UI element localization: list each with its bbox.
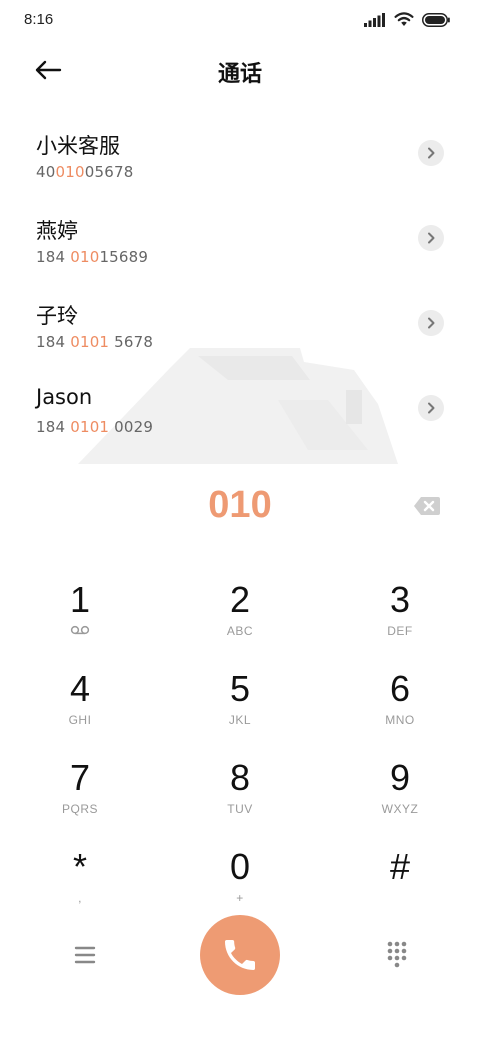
key-digit: 6: [389, 668, 411, 709]
key-letters: [20, 624, 140, 640]
key-digit: 9: [389, 757, 411, 798]
contact-detail-button[interactable]: [418, 395, 444, 421]
dialed-number: 010: [208, 484, 272, 526]
status-time: 8:16: [24, 11, 54, 28]
key-2[interactable]: 2 ABC: [180, 578, 300, 658]
chevron-right-icon: [428, 317, 435, 329]
contact-number: 184 01015689: [36, 248, 149, 266]
key-6[interactable]: 6 MNO: [340, 667, 460, 747]
dial-display: 010: [0, 482, 480, 534]
chevron-right-icon: [428, 147, 435, 159]
key-letters: DEF: [387, 624, 413, 638]
key-letters: ABC: [226, 624, 254, 638]
key-digit: 1: [69, 579, 91, 620]
key-7[interactable]: 7 PQRS: [20, 756, 140, 836]
contact-detail-button[interactable]: [418, 225, 444, 251]
page-title: 通话: [217, 62, 262, 87]
key-letters: TUV: [227, 802, 253, 816]
key-digit: 5: [229, 668, 251, 709]
contact-number: 184 0101 0029: [36, 418, 154, 436]
key-letters: PQRS: [61, 802, 98, 816]
contact-detail-button[interactable]: [418, 310, 444, 336]
menu-icon: [74, 946, 96, 964]
battery-icon: [422, 12, 450, 27]
contact-list: 小米客服 4001005678 燕婷 184 01015689 子玲 184 0…: [0, 112, 480, 452]
backspace-button[interactable]: [412, 494, 442, 518]
contact-number: 184 0101 5678: [36, 333, 154, 351]
dialpad-icon: [387, 941, 407, 968]
key-letters: JKL: [228, 713, 252, 727]
match-highlight: 0101: [70, 418, 110, 436]
key-9[interactable]: 9 WXYZ: [340, 756, 460, 836]
status-bar: 8:16: [0, 0, 480, 40]
key-digit: 7: [69, 757, 91, 798]
contact-detail-button[interactable]: [418, 140, 444, 166]
contact-item[interactable]: 子玲 184 0101 5678: [0, 282, 480, 367]
key-letters: GHI: [68, 713, 92, 727]
signal-icon: [364, 12, 385, 27]
key-letters: +: [236, 891, 244, 905]
key-digit: 8: [229, 757, 251, 798]
chevron-right-icon: [428, 402, 435, 414]
contact-item[interactable]: 小米客服 4001005678: [0, 112, 480, 197]
key-0[interactable]: 0 +: [180, 845, 300, 925]
key-3[interactable]: 3 DEF: [340, 578, 460, 658]
key-digit: *: [72, 846, 87, 887]
key-letters: WXYZ: [381, 802, 419, 816]
key-4[interactable]: 4 GHI: [20, 667, 140, 747]
key-digit: #: [389, 846, 411, 887]
contact-name: Jason: [36, 385, 93, 409]
chevron-right-icon: [428, 232, 435, 244]
key-letters: [340, 891, 460, 907]
key-8[interactable]: 8 TUV: [180, 756, 300, 836]
contact-item[interactable]: 燕婷 184 01015689: [0, 197, 480, 282]
contact-item[interactable]: Jason 184 0101 0029: [0, 367, 480, 452]
key-5[interactable]: 5 JKL: [180, 667, 300, 747]
contact-name: 子玲: [36, 304, 78, 328]
key-digit: 3: [389, 579, 411, 620]
key-star[interactable]: * ,: [20, 845, 140, 925]
key-letters: ,: [78, 891, 82, 905]
contact-name: 小米客服: [36, 134, 120, 158]
match-highlight: 010: [55, 163, 85, 181]
voicemail-icon: [70, 625, 90, 635]
match-highlight: 0101: [70, 333, 110, 351]
key-hash[interactable]: #: [340, 845, 460, 925]
contact-number: 4001005678: [36, 163, 134, 181]
key-letters: MNO: [385, 713, 415, 727]
match-highlight: 010: [70, 248, 100, 266]
key-digit: 2: [229, 579, 251, 620]
status-icons: [364, 12, 450, 27]
key-1[interactable]: 1: [20, 578, 140, 658]
wifi-icon: [394, 12, 414, 26]
menu-button[interactable]: [66, 940, 104, 970]
call-button[interactable]: [200, 915, 280, 995]
phone-icon: [225, 940, 255, 970]
header: 通话: [0, 44, 480, 96]
key-digit: 4: [69, 668, 91, 709]
backspace-icon: [414, 497, 440, 515]
contact-name: 燕婷: [36, 219, 78, 243]
key-digit: 0: [229, 846, 251, 887]
dialpad-toggle-button[interactable]: [378, 938, 416, 972]
